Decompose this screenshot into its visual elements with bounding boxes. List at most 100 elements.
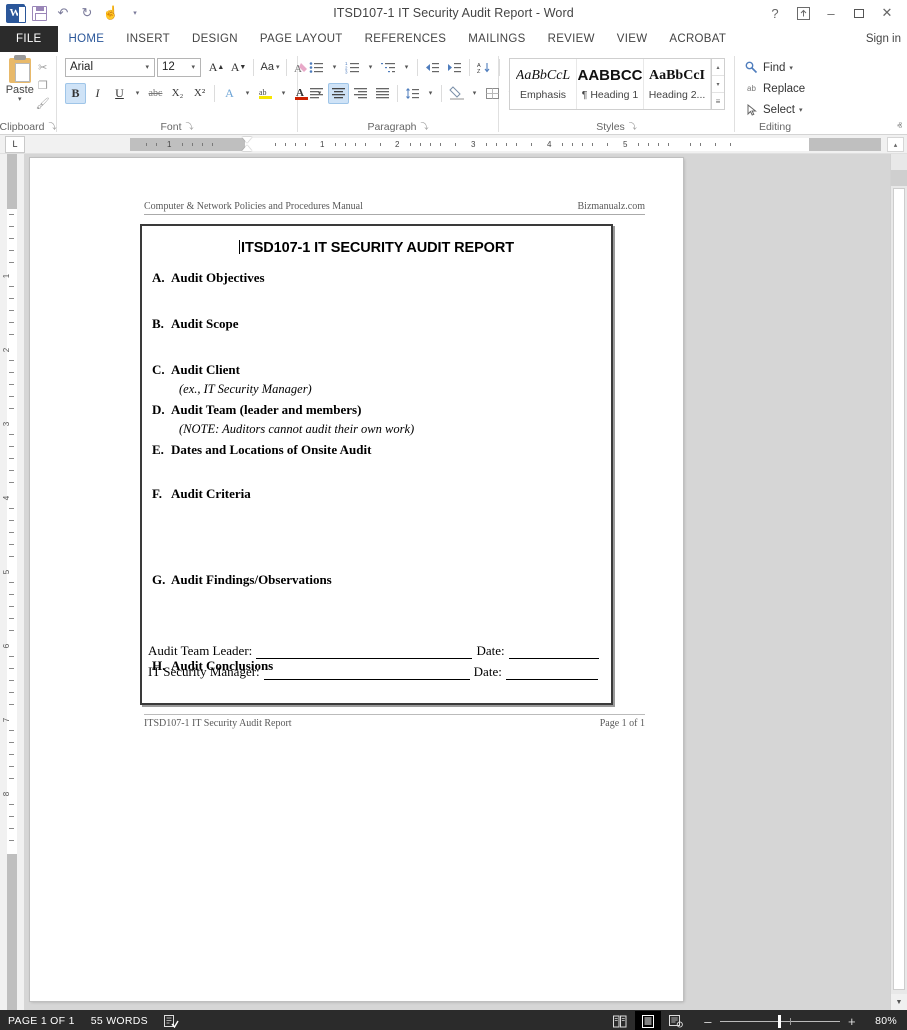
tab-insert[interactable]: INSERT xyxy=(115,26,181,52)
scroll-down-button[interactable]: ▼ xyxy=(891,994,907,1010)
tab-mailings[interactable]: MAILINGS xyxy=(457,26,536,52)
tab-design[interactable]: DESIGN xyxy=(181,26,249,52)
tab-review[interactable]: REVIEW xyxy=(537,26,606,52)
read-mode-view-button[interactable] xyxy=(607,1011,633,1030)
first-line-indent-marker[interactable] xyxy=(242,137,252,143)
minimize-button[interactable]: – xyxy=(817,1,845,25)
style-item-heading-2[interactable]: AaBbCcI Heading 2... xyxy=(644,59,711,109)
tab-file[interactable]: FILE xyxy=(0,26,58,52)
text-effects-caret-icon[interactable]: ▾ xyxy=(241,83,254,104)
shrink-font-button[interactable]: A ▼ xyxy=(228,57,249,78)
word-count[interactable]: 55 WORDS xyxy=(91,1015,148,1027)
list-item[interactable]: C. Audit Client xyxy=(142,362,611,378)
signature-row[interactable]: IT Security Manager: Date: xyxy=(148,664,603,680)
zoom-track[interactable] xyxy=(720,1014,840,1028)
document-footer[interactable]: ITSD107-1 IT Security Audit Report Page … xyxy=(144,714,645,729)
font-dialog-launcher-icon[interactable]: ⤵ xyxy=(186,121,194,132)
shading-caret-icon[interactable]: ▾ xyxy=(468,83,481,104)
split-window-handle[interactable] xyxy=(891,170,907,186)
justify-button[interactable] xyxy=(372,83,393,104)
decrease-indent-button[interactable] xyxy=(422,57,443,78)
touch-mode-icon[interactable]: ☝ xyxy=(100,2,122,24)
style-item-heading-1[interactable]: AABBCC ¶ Heading 1 xyxy=(577,59,644,109)
tab-stop-selector[interactable]: L xyxy=(5,135,25,153)
paste-button[interactable]: Paste ▾ xyxy=(5,55,35,110)
save-icon[interactable] xyxy=(28,2,50,24)
web-layout-view-button[interactable] xyxy=(663,1011,689,1030)
font-name-combo[interactable]: Arial ▾ xyxy=(65,57,155,77)
find-caret-icon[interactable]: ▾ xyxy=(789,64,793,72)
zoom-in-button[interactable]: + xyxy=(843,1014,861,1029)
print-layout-view-button[interactable] xyxy=(635,1011,661,1030)
subscript-button[interactable]: X₂ xyxy=(167,83,188,104)
strikethrough-button[interactable]: abc xyxy=(145,83,166,104)
align-center-button[interactable] xyxy=(328,82,349,104)
select-button[interactable]: Select ▾ xyxy=(742,100,802,119)
bold-button[interactable]: B xyxy=(65,82,86,104)
tab-home[interactable]: HOME xyxy=(57,26,116,52)
signature-line[interactable] xyxy=(263,667,470,680)
proofing-errors-icon[interactable] xyxy=(163,1014,179,1028)
underline-caret-icon[interactable]: ▾ xyxy=(131,83,144,104)
copy-icon[interactable]: ❐ xyxy=(35,78,50,92)
zoom-out-button[interactable]: – xyxy=(699,1014,717,1029)
list-item[interactable]: G. Audit Findings/Observations xyxy=(142,572,611,588)
audit-report-form-box[interactable]: ITSD107-1 IT SECURITY AUDIT REPORT A. Au… xyxy=(140,224,613,705)
font-size-combo[interactable]: 12 ▾ xyxy=(157,57,201,77)
paste-caret-icon[interactable]: ▾ xyxy=(18,96,22,103)
bullets-button[interactable] xyxy=(306,57,327,78)
tab-page-layout[interactable]: PAGE LAYOUT xyxy=(249,26,354,52)
date-line[interactable] xyxy=(505,667,598,680)
zoom-level[interactable]: 80% xyxy=(863,1015,897,1027)
page-indicator[interactable]: PAGE 1 OF 1 xyxy=(8,1015,75,1027)
numbering-caret-icon[interactable]: ▾ xyxy=(364,57,377,78)
horizontal-ruler[interactable]: 1 1 2 3 4 5 xyxy=(130,137,881,151)
list-item[interactable]: B. Audit Scope xyxy=(142,316,611,332)
highlight-caret-icon[interactable]: ▾ xyxy=(277,83,290,104)
bullets-caret-icon[interactable]: ▾ xyxy=(328,57,341,78)
list-item[interactable]: F. Audit Criteria xyxy=(142,486,611,502)
styles-scroll-down-icon[interactable]: ▾ xyxy=(712,76,724,93)
italic-button[interactable]: I xyxy=(87,83,108,104)
zoom-thumb[interactable] xyxy=(777,1014,781,1028)
hanging-indent-marker[interactable] xyxy=(242,145,252,151)
increase-indent-button[interactable] xyxy=(444,57,465,78)
text-highlight-color-button[interactable]: ab xyxy=(255,83,276,104)
paragraph-dialog-launcher-icon[interactable]: ⤵ xyxy=(421,121,429,132)
list-item[interactable]: A. Audit Objectives xyxy=(142,270,611,286)
list-item[interactable]: E. Dates and Locations of Onsite Audit xyxy=(142,442,611,458)
sort-button[interactable]: AZ xyxy=(474,57,495,78)
cut-icon[interactable]: ✂ xyxy=(35,60,50,74)
line-spacing-button[interactable] xyxy=(402,83,423,104)
multilevel-list-button[interactable] xyxy=(378,57,399,78)
chevron-down-icon[interactable]: ▾ xyxy=(188,63,198,71)
align-left-button[interactable] xyxy=(306,83,327,104)
format-painter-icon[interactable]: 🖌 xyxy=(35,96,50,110)
date-line[interactable] xyxy=(508,646,599,659)
line-spacing-caret-icon[interactable]: ▾ xyxy=(424,83,437,104)
clipboard-dialog-launcher-icon[interactable]: ⤵ xyxy=(48,121,56,132)
superscript-button[interactable]: X² xyxy=(189,83,210,104)
help-button[interactable]: ? xyxy=(761,1,789,25)
chevron-down-icon[interactable]: ▾ xyxy=(142,63,152,71)
sign-in-link[interactable]: Sign in xyxy=(866,26,907,52)
zoom-slider[interactable]: – + xyxy=(699,1014,861,1029)
document-page[interactable]: Computer & Network Policies and Procedur… xyxy=(30,158,683,1001)
undo-icon[interactable]: ↶ xyxy=(52,2,74,24)
tab-acrobat[interactable]: ACROBAT xyxy=(658,26,737,52)
multilevel-caret-icon[interactable]: ▾ xyxy=(400,57,413,78)
scrollbar-thumb[interactable] xyxy=(893,188,905,990)
change-case-button[interactable]: Aa ▾ xyxy=(258,57,282,78)
signature-row[interactable]: Audit Team Leader: Date: xyxy=(148,643,603,659)
redo-icon[interactable]: ↻ xyxy=(76,2,98,24)
ribbon-display-options-icon[interactable] xyxy=(789,1,817,25)
document-header[interactable]: Computer & Network Policies and Procedur… xyxy=(144,201,645,215)
signature-line[interactable] xyxy=(256,646,473,659)
restore-button[interactable] xyxy=(845,1,873,25)
list-item[interactable]: D. Audit Team (leader and members) xyxy=(142,402,611,418)
styles-dialog-launcher-icon[interactable]: ⤵ xyxy=(629,121,637,132)
document-canvas[interactable]: Computer & Network Policies and Procedur… xyxy=(24,154,907,1010)
close-button[interactable]: ✕ xyxy=(873,1,901,25)
vertical-scrollbar[interactable]: ▼ xyxy=(890,154,907,1010)
replace-button[interactable]: ab Replace xyxy=(742,79,805,98)
